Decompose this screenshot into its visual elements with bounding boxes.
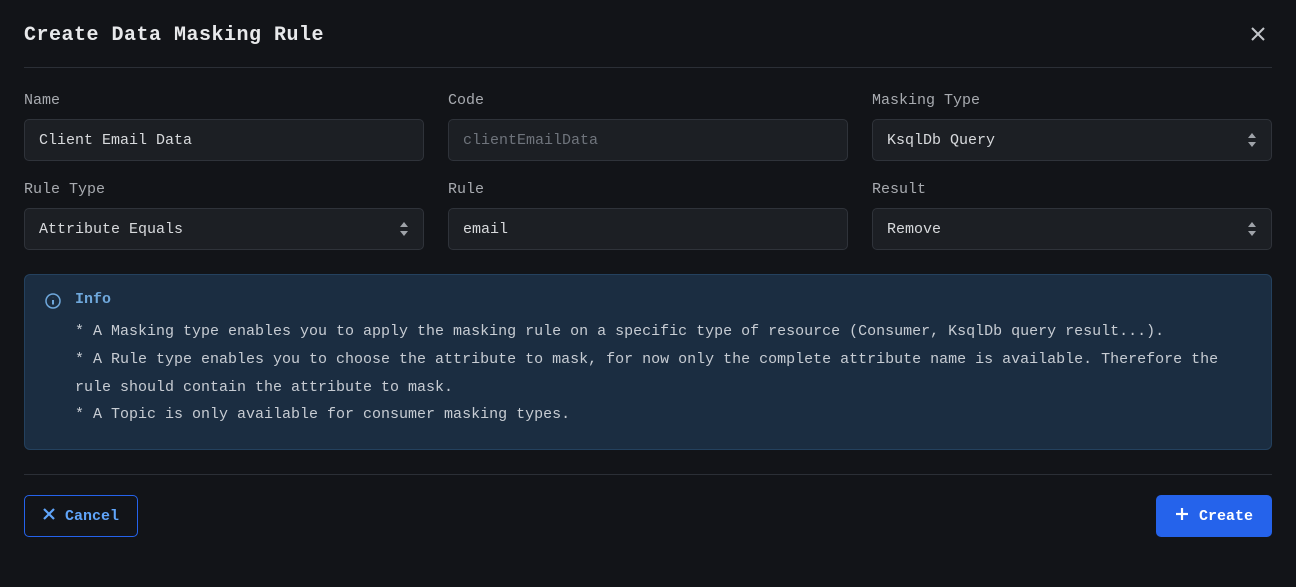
rule-label: Rule — [448, 181, 848, 198]
form-grid: Name Client Email Data Code clientEmailD… — [24, 92, 1272, 250]
plus-icon — [1175, 507, 1189, 526]
chevron-sort-icon — [1247, 133, 1257, 147]
code-input-value: clientEmailData — [463, 132, 598, 149]
masking-type-group: Masking Type KsqlDb Query — [872, 92, 1272, 161]
close-icon — [1250, 26, 1266, 45]
info-body: * A Masking type enables you to apply th… — [75, 318, 1251, 429]
modal-title: Create Data Masking Rule — [24, 24, 324, 47]
info-box: Info * A Masking type enables you to app… — [24, 274, 1272, 450]
close-button[interactable] — [1244, 20, 1272, 51]
code-input: clientEmailData — [448, 119, 848, 161]
rule-input[interactable]: email — [448, 208, 848, 250]
name-group: Name Client Email Data — [24, 92, 424, 161]
name-input-value: Client Email Data — [39, 132, 192, 149]
code-group: Code clientEmailData — [448, 92, 848, 161]
create-button-label: Create — [1199, 508, 1253, 525]
masking-type-select[interactable]: KsqlDb Query — [872, 119, 1272, 161]
rule-input-value: email — [463, 221, 508, 238]
rule-type-value: Attribute Equals — [39, 221, 183, 238]
create-masking-rule-modal: Create Data Masking Rule Name Client Ema… — [0, 0, 1296, 557]
rule-type-label: Rule Type — [24, 181, 424, 198]
result-select[interactable]: Remove — [872, 208, 1272, 250]
chevron-sort-icon — [1247, 222, 1257, 236]
modal-footer: Cancel Create — [24, 474, 1272, 537]
code-label: Code — [448, 92, 848, 109]
result-label: Result — [872, 181, 1272, 198]
result-group: Result Remove — [872, 181, 1272, 250]
rule-type-select[interactable]: Attribute Equals — [24, 208, 424, 250]
cancel-button[interactable]: Cancel — [24, 495, 138, 537]
info-content: Info * A Masking type enables you to app… — [75, 291, 1251, 429]
name-input[interactable]: Client Email Data — [24, 119, 424, 161]
modal-header: Create Data Masking Rule — [24, 20, 1272, 68]
masking-type-value: KsqlDb Query — [887, 132, 995, 149]
chevron-sort-icon — [399, 222, 409, 236]
info-icon — [45, 293, 61, 429]
rule-group: Rule email — [448, 181, 848, 250]
name-label: Name — [24, 92, 424, 109]
rule-type-group: Rule Type Attribute Equals — [24, 181, 424, 250]
result-value: Remove — [887, 221, 941, 238]
masking-type-label: Masking Type — [872, 92, 1272, 109]
create-button[interactable]: Create — [1156, 495, 1272, 537]
info-title: Info — [75, 291, 1251, 308]
cancel-button-label: Cancel — [65, 508, 119, 525]
close-icon — [43, 508, 55, 525]
